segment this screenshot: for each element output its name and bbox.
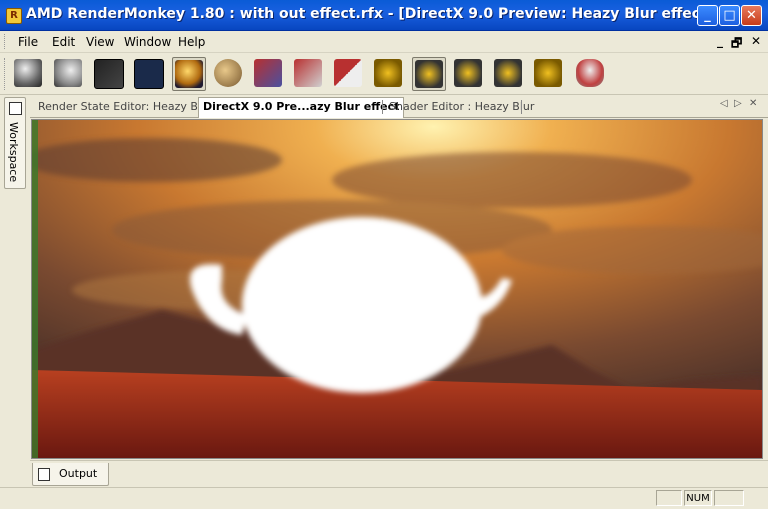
tab-next-icon[interactable]: ▷: [734, 98, 742, 109]
window-title: AMD RenderMonkey 1.80 : with out effect.…: [26, 6, 714, 22]
edit-texture-icon: [294, 59, 322, 87]
menu-window[interactable]: Window: [124, 35, 171, 49]
camera-zoom-button[interactable]: [532, 57, 566, 91]
menu-edit[interactable]: Edit: [52, 35, 75, 49]
camera-icon: [374, 59, 402, 87]
ati-sphere-icon: [54, 59, 82, 87]
menu-bar: File Edit View Window Help _ 🗗 ✕: [0, 31, 768, 53]
menu-view[interactable]: View: [86, 35, 114, 49]
render-window-button[interactable]: [132, 57, 166, 91]
texture-grid-icon: [334, 59, 362, 87]
new-sphere-icon: [14, 59, 42, 87]
status-bar: NUM: [0, 487, 768, 509]
tab-directx-preview[interactable]: DirectX 9.0 Pre...azy Blur effect: [198, 97, 405, 118]
workspace-sidebar: Workspace: [0, 95, 28, 508]
tab-separator: [521, 100, 522, 114]
menu-help[interactable]: Help: [178, 35, 205, 49]
tab-separator: [382, 100, 383, 114]
preview-sphere-icon: [175, 60, 203, 88]
mdi-restore-button[interactable]: 🗗: [731, 34, 742, 55]
camera-pressed-icon: [415, 60, 443, 88]
toolbar-grip[interactable]: [4, 58, 8, 90]
render-window-icon: [134, 59, 164, 89]
render-pipeline-button[interactable]: [92, 57, 126, 91]
tab-shader-editor[interactable]: Shader Editor : Heazy Blur: [385, 98, 538, 116]
camera-pressed-button[interactable]: [412, 57, 446, 91]
minimize-button[interactable]: _: [697, 5, 718, 26]
camera-zoom-icon: [534, 59, 562, 87]
camera-orbit-button[interactable]: [452, 57, 486, 91]
tab-render-state-editor[interactable]: Render State Editor: Heazy Blur: [34, 98, 217, 116]
app-icon[interactable]: R: [6, 8, 22, 24]
mouse-icon: [576, 59, 604, 87]
palette-button[interactable]: [212, 57, 246, 91]
preview-button[interactable]: [172, 57, 206, 91]
camera-button[interactable]: [372, 57, 406, 91]
mdi-close-button[interactable]: ✕: [751, 34, 761, 48]
workspace-label: Workspace: [7, 122, 20, 183]
toolbar: [0, 53, 768, 95]
preview-viewport[interactable]: [31, 119, 763, 459]
menu-file[interactable]: File: [18, 35, 38, 49]
new-sphere-button[interactable]: [12, 57, 46, 91]
output-tab[interactable]: Output: [32, 463, 109, 486]
output-bar: Output: [30, 460, 768, 487]
status-panel-num: NUM: [684, 490, 712, 506]
tab-close-icon[interactable]: ✕: [749, 98, 757, 109]
edit-texture-button[interactable]: [292, 57, 326, 91]
preview-scene: [32, 120, 762, 458]
palette-icon: [214, 59, 242, 87]
camera-pan-button[interactable]: [492, 57, 526, 91]
workspace-tab[interactable]: Workspace: [4, 97, 26, 189]
status-panel-scroll: [714, 490, 744, 506]
mdi-minimize-button[interactable]: _: [717, 34, 723, 48]
workspace-icon: [9, 102, 22, 115]
mouse-button[interactable]: [574, 57, 608, 91]
maximize-button[interactable]: □: [719, 5, 740, 26]
ati-sphere-button[interactable]: [52, 57, 86, 91]
render-pipeline-icon: [94, 59, 124, 89]
tab-prev-icon[interactable]: ◁: [720, 98, 728, 109]
add-texture-button[interactable]: [252, 57, 286, 91]
title-bar: R AMD RenderMonkey 1.80 : with out effec…: [0, 0, 768, 31]
camera-pan-icon: [494, 59, 522, 87]
add-texture-icon: [254, 59, 282, 87]
output-icon: [38, 468, 50, 481]
texture-grid-button[interactable]: [332, 57, 366, 91]
close-button[interactable]: ✕: [741, 5, 762, 26]
output-label: Output: [59, 467, 98, 480]
menu-grip[interactable]: [4, 34, 8, 49]
document-tabs: Render State Editor: Heazy Blur DirectX …: [30, 95, 768, 118]
status-panel-caps: [656, 490, 682, 506]
camera-orbit-icon: [454, 59, 482, 87]
